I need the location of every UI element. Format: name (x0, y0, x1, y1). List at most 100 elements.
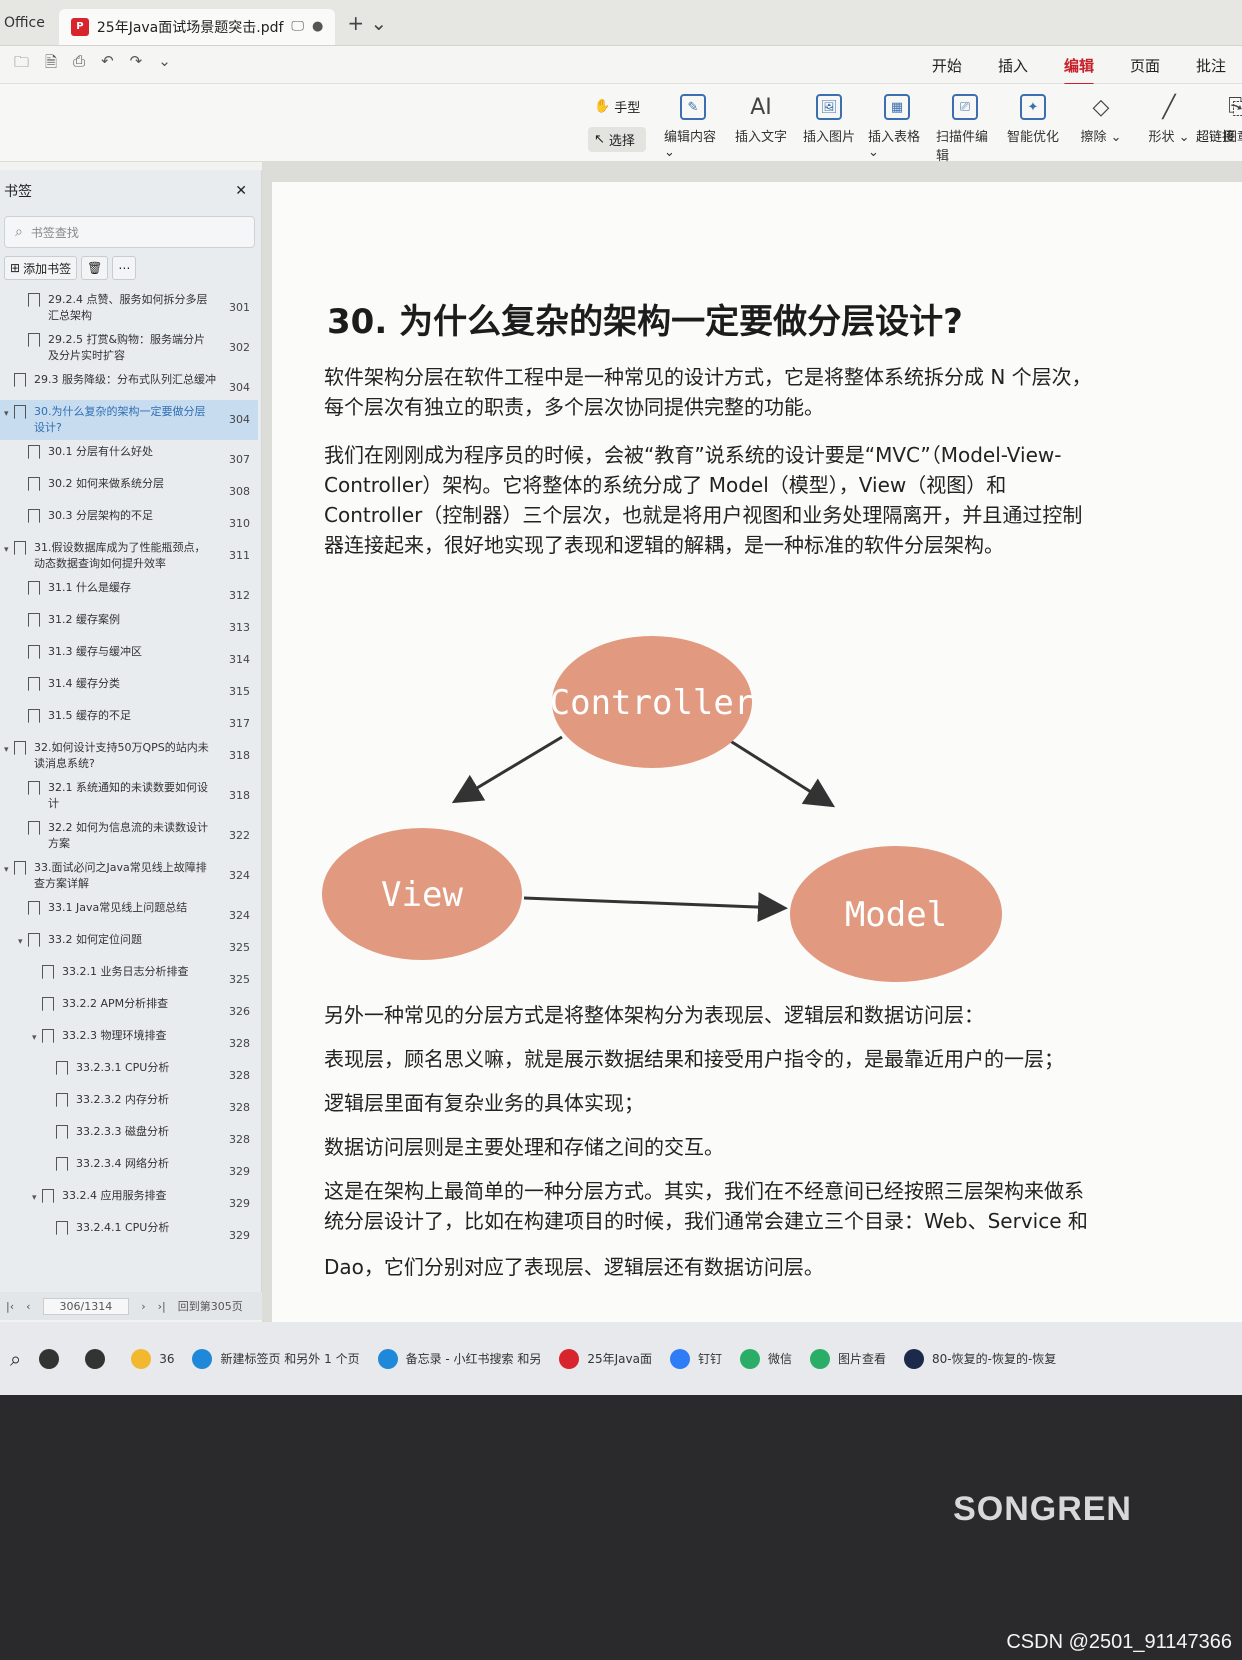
add-bookmark-button[interactable]: ⊞ 添加书签 (4, 256, 78, 280)
expand-icon[interactable] (32, 964, 42, 966)
bookmark-item[interactable]: 33.2.3.4 网络分析 329 (0, 1152, 258, 1184)
expand-icon[interactable] (4, 372, 14, 374)
hand-tool-button[interactable]: ✋ 手型 (588, 94, 646, 119)
tab-annotate[interactable]: 批注 (1196, 51, 1226, 80)
prev-page-icon[interactable]: ‹ (26, 1300, 30, 1313)
expand-icon[interactable] (18, 444, 28, 446)
more-options-button[interactable]: ⋯ (112, 256, 137, 280)
bookmark-item[interactable]: 29.3 服务降级：分布式队列汇总缓冲 304 (0, 368, 258, 400)
hyperlink-button[interactable]: 超链接 (1196, 126, 1235, 145)
expand-icon[interactable]: ▾ (18, 932, 28, 950)
expand-icon[interactable] (46, 1092, 56, 1094)
last-page-icon[interactable]: ›| (158, 1300, 166, 1313)
expand-icon[interactable] (18, 580, 28, 582)
expand-icon[interactable]: ▾ (32, 1028, 42, 1046)
bookmark-item[interactable]: 30.2 如何来做系统分层 308 (0, 472, 258, 504)
first-page-icon[interactable]: |‹ (6, 1300, 14, 1313)
search-icon[interactable]: ⌕ (10, 1347, 21, 1371)
expand-icon[interactable]: ▾ (4, 540, 14, 558)
bookmark-item[interactable]: 33.2.1 业务日志分析排查 325 (0, 960, 258, 992)
bookmark-item[interactable]: ▾ 33.2.3 物理环境排查 328 (0, 1024, 258, 1056)
expand-icon[interactable] (18, 820, 28, 822)
bookmark-item[interactable]: ▾ 30.为什么复杂的架构一定要做分层设计? 304 (0, 400, 258, 440)
delete-bookmark-button[interactable]: 🗑 (81, 256, 109, 280)
bookmark-item[interactable]: 32.2 如何为信息流的未读数设计方案 322 (0, 816, 258, 856)
expand-icon[interactable] (46, 1060, 56, 1062)
bookmark-item[interactable]: 33.2.4.1 CPU分析 329 (0, 1216, 258, 1248)
more-quick-icon[interactable]: ⌄ (158, 52, 171, 77)
smart-optimize-button[interactable]: ✦ 智能优化 (1004, 94, 1062, 164)
undo-icon[interactable]: ↶ (101, 52, 114, 77)
expand-icon[interactable] (18, 332, 28, 334)
bookmark-item[interactable]: 31.2 缓存案例 313 (0, 608, 258, 640)
expand-icon[interactable] (18, 900, 28, 902)
expand-icon[interactable] (18, 644, 28, 646)
expand-icon[interactable] (18, 708, 28, 710)
bookmark-item[interactable]: 33.2.3.1 CPU分析 328 (0, 1056, 258, 1088)
expand-icon[interactable]: ▾ (4, 404, 14, 422)
taskbar-item[interactable]: 微信 (740, 1348, 792, 1369)
bookmark-item[interactable]: 31.1 什么是缓存 312 (0, 576, 258, 608)
bookmark-item[interactable]: ▾ 32.如何设计支持50万QPS的站内未读消息系统? 318 (0, 736, 258, 776)
tab-edit[interactable]: 编辑 (1063, 51, 1094, 86)
taskbar-item[interactable]: 新建标签页 和另外 1 个页 (192, 1348, 360, 1369)
bookmark-item[interactable]: ▾ 33.面试必问之Java常见线上故障排查方案详解 324 (0, 856, 258, 896)
back-to-page-link[interactable]: 回到第305页 (178, 1298, 243, 1314)
expand-icon[interactable] (18, 508, 28, 510)
expand-icon[interactable]: ▾ (4, 860, 14, 878)
expand-icon[interactable] (18, 292, 28, 294)
insert-table-button[interactable]: ▦ 插入表格 ⌄ (868, 94, 926, 164)
app-name[interactable]: Office (0, 15, 59, 31)
bookmark-item[interactable]: 30.3 分层架构的不足 310 (0, 504, 258, 536)
bookmark-search-input[interactable]: ⌕ 书签查找 (4, 216, 255, 248)
shape-button[interactable]: ╱ 形状 ⌄ (1140, 94, 1198, 164)
taskbar-item[interactable]: 备忘录 - 小红书搜索 和另 (377, 1348, 541, 1369)
taskbar-item[interactable] (85, 1348, 113, 1369)
expand-icon[interactable]: ▾ (32, 1188, 42, 1206)
insert-text-button[interactable]: AI 插入文字 (732, 94, 790, 164)
taskbar-item[interactable]: 36 (131, 1348, 174, 1369)
bookmark-item[interactable]: 33.1 Java常见线上问题总结 324 (0, 896, 258, 928)
redo-icon[interactable]: ↷ (130, 52, 143, 77)
expand-icon[interactable] (18, 476, 28, 478)
expand-icon[interactable] (18, 676, 28, 678)
document-area[interactable]: 30. 为什么复杂的架构一定要做分层设计? 软件架构分层在软件工程中是一种常见的… (262, 162, 1242, 1322)
expand-icon[interactable] (32, 996, 42, 998)
taskbar-item[interactable]: 钉钉 (669, 1348, 722, 1369)
expand-icon[interactable] (46, 1156, 56, 1158)
scan-edit-button[interactable]: ⎚ 扫描件编辑 (936, 94, 994, 164)
expand-icon[interactable] (18, 612, 28, 614)
insert-image-button[interactable]: 🖼 插入图片 (800, 94, 858, 164)
close-icon[interactable]: ✕ (235, 183, 247, 199)
open-icon[interactable]: 🗀 (14, 52, 29, 77)
expand-icon[interactable] (46, 1220, 56, 1222)
tab-start[interactable]: 开始 (932, 51, 962, 80)
erase-button[interactable]: ◇ 擦除 ⌄ (1072, 94, 1130, 164)
bookmark-item[interactable]: 33.2.3.2 内存分析 328 (0, 1088, 258, 1120)
taskbar-item[interactable]: 80-恢复的-恢复的-恢复 (904, 1348, 1056, 1369)
bookmark-item[interactable]: 33.2.3.3 磁盘分析 328 (0, 1120, 258, 1152)
new-tab-button[interactable]: + ⌄ (347, 11, 387, 35)
taskbar-item[interactable] (39, 1348, 67, 1369)
tab-insert[interactable]: 插入 (998, 51, 1028, 80)
document-tab[interactable]: P 25年Java面试场景题突击.pdf 🖵 ● (58, 8, 336, 45)
bookmark-item[interactable]: 33.2.2 APM分析排查 326 (0, 992, 258, 1024)
bookmark-item[interactable]: 29.2.5 打赏&购物：服务端分片及分片实时扩容 302 (0, 328, 258, 368)
taskbar-item[interactable]: 图片查看 (810, 1348, 886, 1369)
bookmark-item[interactable]: 31.3 缓存与缓冲区 314 (0, 640, 258, 672)
page-counter[interactable]: 306/1314 (42, 1297, 130, 1315)
save-icon[interactable]: 🗎 (45, 52, 57, 77)
taskbar-item[interactable]: 25年Java面 (559, 1348, 652, 1369)
next-page-icon[interactable]: › (141, 1300, 145, 1313)
expand-icon[interactable] (18, 780, 28, 782)
edit-content-button[interactable]: ✎ 编辑内容 ⌄ (664, 94, 722, 164)
tab-close-dot[interactable]: ● (312, 19, 323, 34)
bookmark-item[interactable]: 30.1 分层有什么好处 307 (0, 440, 258, 472)
expand-icon[interactable] (46, 1124, 56, 1126)
bookmark-item[interactable]: 29.2.4 点赞、服务如何拆分多层汇总架构 301 (0, 288, 258, 328)
expand-icon[interactable]: ▾ (4, 740, 14, 758)
print-icon[interactable]: ⎙ (73, 52, 85, 77)
bookmark-item[interactable]: 31.5 缓存的不足 317 (0, 704, 258, 736)
tab-page[interactable]: 页面 (1130, 51, 1160, 80)
bookmark-item[interactable]: 32.1 系统通知的未读数要如何设计 318 (0, 776, 258, 816)
